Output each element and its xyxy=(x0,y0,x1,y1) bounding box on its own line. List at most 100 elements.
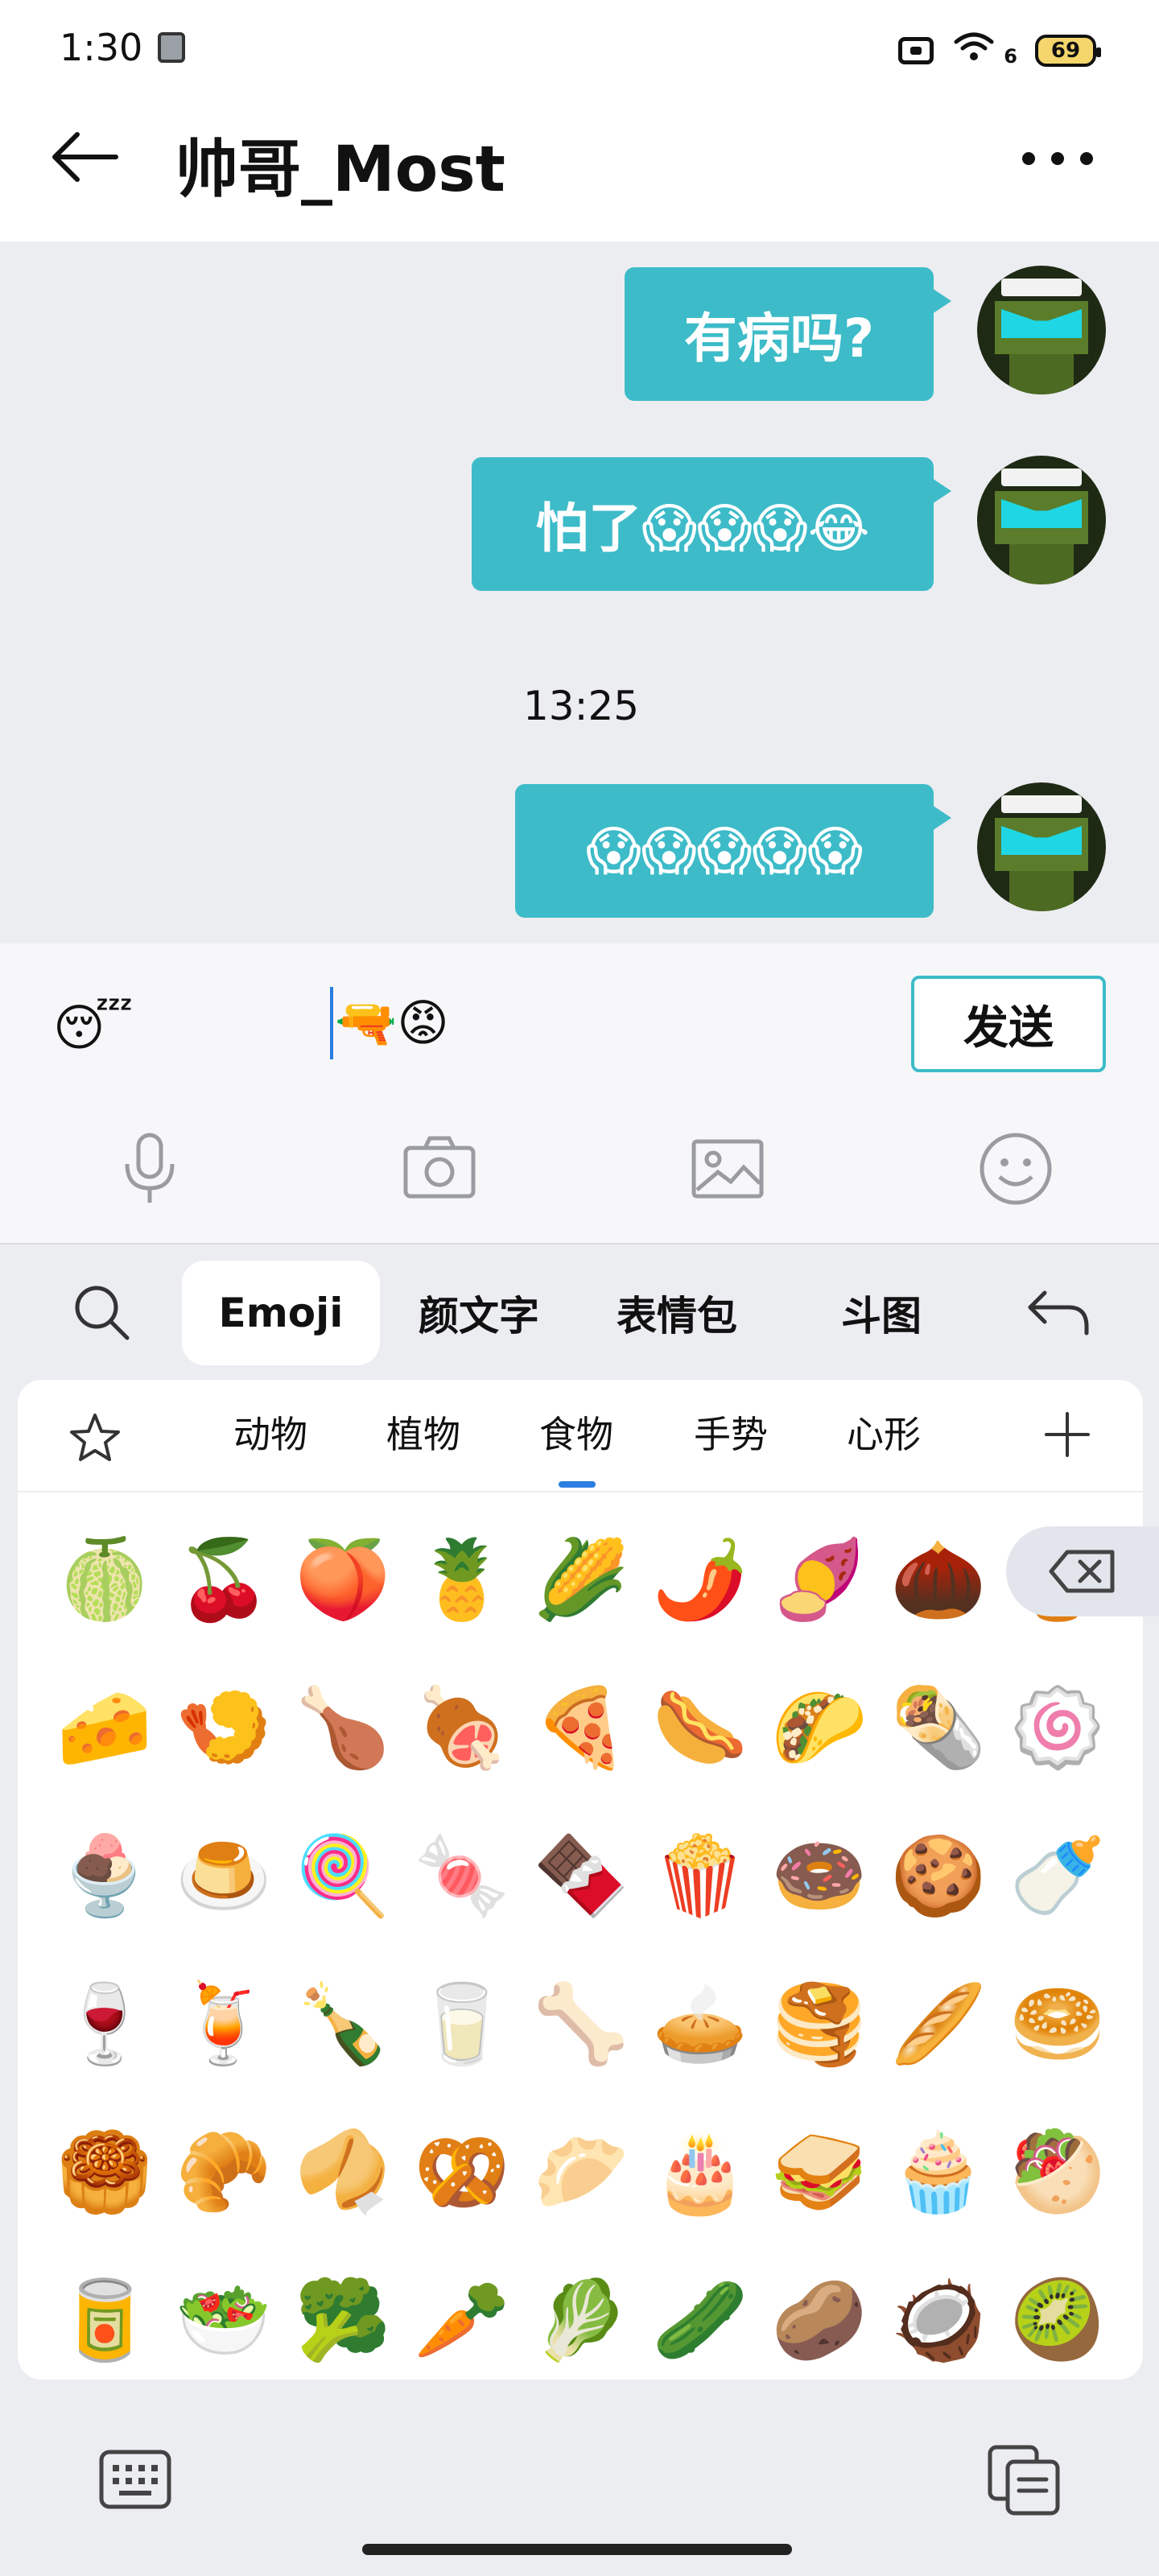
active-category-indicator xyxy=(559,1481,596,1488)
emoji-key[interactable]: 🥞 xyxy=(760,1950,879,2098)
emoji-key[interactable]: 🍨 xyxy=(45,1802,164,1950)
tab-kaomoji[interactable]: 颜文字 xyxy=(402,1261,555,1365)
emoji-key[interactable]: 🌯 xyxy=(879,1653,998,1802)
battery-indicator: 69 xyxy=(1035,34,1101,67)
emoji-key[interactable]: 🌽 xyxy=(522,1505,641,1653)
emoji-key[interactable]: 🍍 xyxy=(402,1505,522,1653)
emoji-key[interactable]: 🥮 xyxy=(45,2098,164,2246)
emoji-key[interactable]: 🍩 xyxy=(760,1802,879,1950)
more-options-icon[interactable] xyxy=(1022,138,1103,179)
emoji-key[interactable]: 🍖 xyxy=(402,1653,522,1802)
category-animals[interactable]: 动物 xyxy=(233,1406,307,1459)
emoji-key[interactable]: 🍭 xyxy=(283,1802,402,1950)
emoji-key[interactable]: 🥙 xyxy=(998,2098,1117,2246)
keyboard-icon[interactable] xyxy=(98,2447,172,2512)
wifi-icon: 6 xyxy=(953,31,1017,70)
emoji-key[interactable]: 🍥 xyxy=(998,1653,1117,1802)
tab-emoji[interactable]: Emoji xyxy=(182,1261,380,1365)
emoji-key[interactable]: 🥬 xyxy=(522,2246,641,2394)
message-input[interactable]: 🔫😡 xyxy=(330,987,449,1059)
back-arrow-icon[interactable] xyxy=(48,125,121,189)
emoji-key[interactable]: 🧀 xyxy=(45,1653,164,1802)
search-icon[interactable] xyxy=(71,1282,132,1343)
emoji-key[interactable]: 🦴 xyxy=(522,1950,641,2098)
message-bubble[interactable]: 有病吗? xyxy=(625,267,951,401)
emoji-key[interactable]: 🍗 xyxy=(283,1653,402,1802)
emoji-key[interactable]: 🥔 xyxy=(760,2246,879,2394)
emoji-key[interactable]: 🥦 xyxy=(283,2246,402,2394)
emoji-key[interactable]: 🍤 xyxy=(164,1653,283,1802)
avatar[interactable] xyxy=(977,456,1106,584)
text-caret xyxy=(330,987,333,1059)
clipboard-icon[interactable] xyxy=(987,2444,1061,2516)
message-timestamp: 13:25 xyxy=(523,683,640,729)
file-notification-icon xyxy=(158,32,185,63)
category-gestures[interactable]: 手势 xyxy=(694,1406,768,1459)
emoji-key[interactable]: 🥛 xyxy=(402,1950,522,2098)
status-icons: 6 69 xyxy=(898,31,1101,70)
emoji-key[interactable]: 🥨 xyxy=(402,2098,522,2246)
status-time: 1:30 xyxy=(60,26,143,69)
return-arrow-icon[interactable] xyxy=(1024,1285,1091,1341)
backspace-button[interactable] xyxy=(1006,1526,1159,1616)
emoji-key[interactable]: 🎂 xyxy=(641,2098,760,2246)
microphone-icon[interactable] xyxy=(111,1130,188,1208)
emoji-key[interactable]: 🌮 xyxy=(760,1653,879,1802)
avatar[interactable] xyxy=(977,782,1106,911)
emoji-key[interactable]: 🥯 xyxy=(998,1950,1117,2098)
emoji-key[interactable]: 🍷 xyxy=(45,1950,164,2098)
emoji-key[interactable]: 🥗 xyxy=(164,2246,283,2394)
tab-doutu[interactable]: 斗图 xyxy=(805,1261,958,1365)
recent-emoji[interactable]: 😴 xyxy=(53,998,133,1057)
tab-sticker[interactable]: 表情包 xyxy=(600,1261,753,1365)
category-food[interactable]: 食物 xyxy=(539,1406,613,1459)
emoji-key[interactable]: 🍮 xyxy=(164,1802,283,1950)
emoji-key[interactable]: 🍪 xyxy=(879,1802,998,1950)
emoji-key[interactable]: 🍬 xyxy=(402,1802,522,1950)
emoji-key[interactable]: 🥖 xyxy=(879,1950,998,2098)
emoji-key[interactable]: 🍠 xyxy=(760,1505,879,1653)
emoji-key[interactable]: 🥫 xyxy=(45,2246,164,2394)
home-indicator[interactable] xyxy=(362,2544,792,2555)
emoji-face-icon[interactable] xyxy=(977,1130,1054,1208)
send-button[interactable]: 发送 xyxy=(911,976,1106,1072)
category-divider xyxy=(18,1491,1143,1492)
emoji-key[interactable]: 🍼 xyxy=(998,1802,1117,1950)
favorite-star-icon[interactable] xyxy=(68,1410,122,1465)
emoji-key[interactable]: 🥥 xyxy=(879,2246,998,2394)
emoji-key[interactable]: 🥕 xyxy=(402,2246,522,2394)
emoji-key[interactable]: 🌰 xyxy=(879,1505,998,1653)
emoji-key[interactable]: 🍿 xyxy=(641,1802,760,1950)
emoji-key[interactable]: 🍒 xyxy=(164,1505,283,1653)
emoji-key[interactable]: 🍾 xyxy=(283,1950,402,2098)
emoji-key[interactable]: 🌭 xyxy=(641,1653,760,1802)
message-bubble[interactable]: 😱😱😱😱😱 xyxy=(515,784,951,918)
category-plants[interactable]: 植物 xyxy=(386,1406,460,1459)
emoji-key[interactable]: 🥟 xyxy=(522,2098,641,2246)
emoji-key[interactable]: 🧁 xyxy=(879,2098,998,2246)
emoji-key[interactable]: 🍹 xyxy=(164,1950,283,2098)
add-category-icon[interactable] xyxy=(1043,1410,1091,1459)
network-label: 6 xyxy=(1004,45,1017,68)
avatar[interactable] xyxy=(977,266,1106,394)
emoji-key[interactable]: 🥝 xyxy=(998,2246,1117,2394)
chat-title: 帅哥_Most xyxy=(175,134,505,206)
message-input-value: 🔫😡 xyxy=(335,993,449,1052)
camera-icon[interactable] xyxy=(401,1130,478,1208)
message-bubble[interactable]: 怕了😱😱😱😂 xyxy=(472,457,951,591)
emoji-grid: 🍈🍒🍑🍍🌽🌶️🍠🌰🍯🧀🍤🍗🍖🍕🌭🌮🌯🍥🍨🍮🍭🍬🍫🍿🍩🍪🍼🍷🍹🍾🥛🦴🥧🥞🥖🥯🥮🥐🥠… xyxy=(45,1505,1120,2394)
emoji-key[interactable]: 🥧 xyxy=(641,1950,760,2098)
sim-card-icon xyxy=(898,36,934,64)
emoji-key[interactable]: 🍕 xyxy=(522,1653,641,1802)
category-hearts[interactable]: 心形 xyxy=(847,1406,921,1459)
emoji-key[interactable]: 🍑 xyxy=(283,1505,402,1653)
emoji-key[interactable]: 🥒 xyxy=(641,2246,760,2394)
emoji-key[interactable]: 🥠 xyxy=(283,2098,402,2246)
emoji-key[interactable]: 🍈 xyxy=(45,1505,164,1653)
emoji-key[interactable]: 🥐 xyxy=(164,2098,283,2246)
emoji-key[interactable]: 🥪 xyxy=(760,2098,879,2246)
backspace-icon xyxy=(1049,1550,1115,1593)
image-icon[interactable] xyxy=(689,1130,766,1208)
emoji-key[interactable]: 🍫 xyxy=(522,1802,641,1950)
emoji-key[interactable]: 🌶️ xyxy=(641,1505,760,1653)
